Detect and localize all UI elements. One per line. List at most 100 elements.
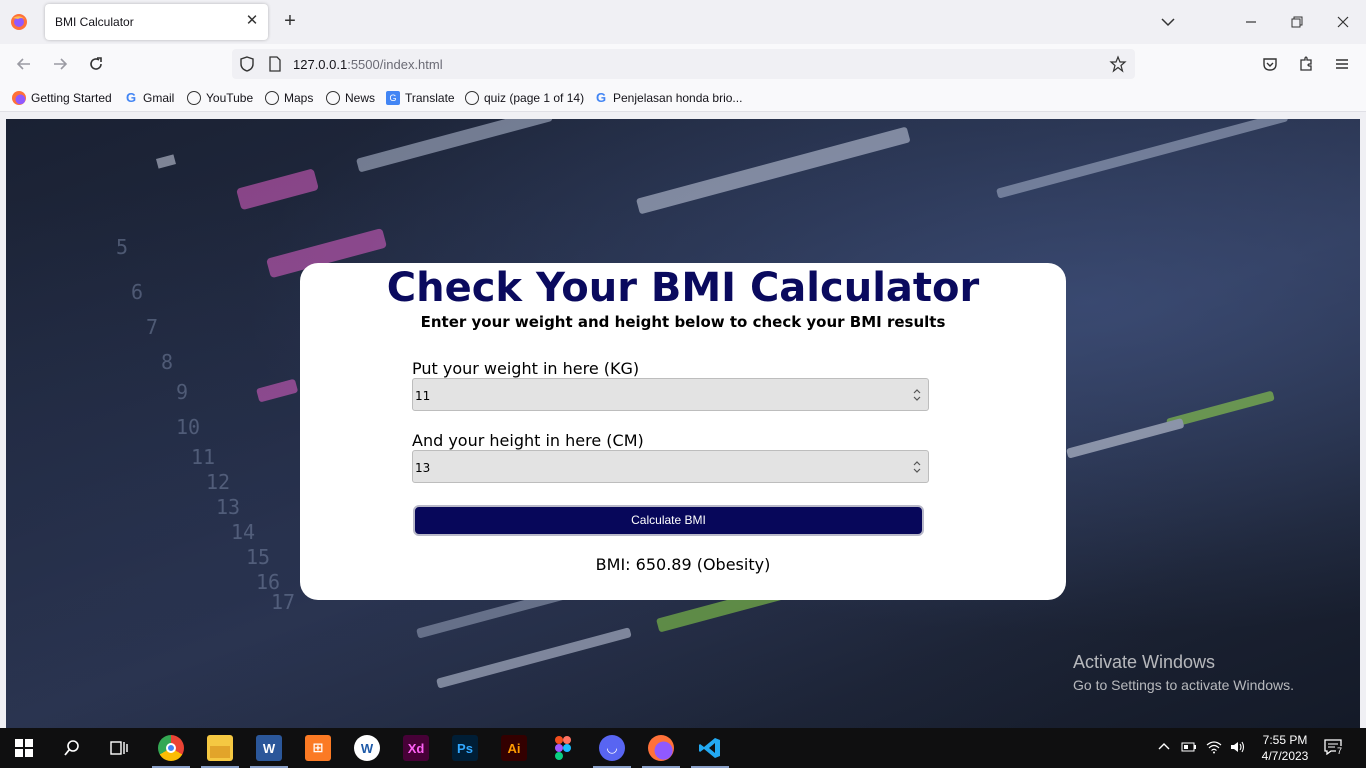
forward-icon[interactable]: [50, 54, 70, 74]
address-bar[interactable]: 127.0.0.1:5500/index.html: [232, 49, 1135, 79]
svg-text:9: 9: [176, 380, 188, 404]
photoshop-icon[interactable]: Ps: [452, 735, 478, 761]
system-clock[interactable]: 7:55 PM 4/7/2023: [1250, 732, 1320, 764]
restore-icon[interactable]: [1287, 12, 1307, 32]
star-icon[interactable]: [1109, 55, 1127, 73]
calculate-bmi-button[interactable]: Calculate BMI: [413, 505, 924, 536]
watermark-title: Activate Windows: [1073, 652, 1216, 672]
clock-time: 7:55 PM: [1262, 733, 1308, 747]
weight-label: Put your weight in here (KG): [412, 359, 640, 378]
globe-icon: [187, 91, 201, 105]
svg-text:12: 12: [206, 470, 230, 494]
url-host: 127.0.0.1: [293, 57, 348, 72]
notification-count: 7: [1336, 746, 1344, 756]
bookmark-label: Gmail: [143, 91, 175, 105]
watermark-subtitle: Go to Settings to activate Windows.: [1073, 677, 1294, 693]
spinner-icon[interactable]: [912, 459, 922, 475]
bookmark-youtube[interactable]: YouTube: [187, 90, 253, 106]
activate-windows-watermark: Activate Windows Go to Settings to activ…: [1073, 652, 1294, 693]
battery-icon[interactable]: [1181, 740, 1197, 754]
reload-icon[interactable]: [86, 54, 106, 74]
bookmarks-toolbar: Getting Started G Gmail YouTube Maps News…: [0, 84, 1366, 112]
app-w-icon[interactable]: W: [354, 735, 380, 761]
firefox-view-icon[interactable]: [10, 13, 28, 31]
globe-icon: [465, 91, 479, 105]
extensions-icon[interactable]: [1296, 54, 1316, 74]
close-window-icon[interactable]: [1333, 12, 1353, 32]
discord-icon[interactable]: ◡: [599, 735, 625, 761]
svg-text:11: 11: [191, 445, 215, 469]
page-title: Check Your BMI Calculator: [386, 265, 980, 311]
volume-icon[interactable]: [1229, 740, 1245, 754]
shield-icon[interactable]: [238, 55, 256, 73]
weight-value: 11: [415, 389, 431, 403]
tab-bmi-calculator[interactable]: BMI Calculator ✕: [45, 4, 268, 40]
bookmark-translate[interactable]: G Translate: [386, 90, 455, 106]
svg-text:10: 10: [176, 415, 200, 439]
chrome-icon[interactable]: [158, 735, 184, 761]
bookmark-label: YouTube: [206, 91, 254, 105]
height-label: And your height in here (CM): [412, 431, 644, 450]
windows-taskbar: W ⊞ W Xd Ps Ai ◡ 7:55 PM 4/7/2023 7: [0, 728, 1366, 768]
chevron-down-icon[interactable]: [1158, 12, 1178, 32]
bookmark-getting-started[interactable]: Getting Started: [12, 90, 112, 106]
svg-text:13: 13: [216, 495, 240, 519]
svg-text:15: 15: [246, 545, 270, 569]
wifi-icon[interactable]: [1206, 740, 1222, 754]
globe-icon: [326, 91, 340, 105]
chevron-up-icon[interactable]: [1157, 740, 1171, 754]
spinner-icon[interactable]: [912, 387, 922, 403]
bookmark-penjelasan[interactable]: G Penjelasan honda brio...: [594, 90, 743, 106]
ps-label: Ps: [457, 740, 473, 756]
page-subtitle: Enter your weight and height below to ch…: [420, 313, 946, 331]
firefox-icon[interactable]: [648, 735, 674, 761]
minimize-icon[interactable]: [1241, 12, 1261, 32]
menu-icon[interactable]: [1332, 54, 1352, 74]
height-value: 13: [415, 461, 431, 475]
page-viewport: 567 8 9 10 11 12 13 14 15 16 17 Check Your BMI…: [6, 119, 1360, 728]
new-tab-icon[interactable]: +: [280, 11, 300, 31]
url-text: 127.0.0.1:5500/index.html: [293, 57, 443, 72]
figma-icon[interactable]: [550, 735, 576, 761]
google-icon: G: [125, 90, 137, 105]
bookmark-label: Penjelasan honda brio...: [613, 91, 743, 105]
svg-text:8: 8: [161, 350, 173, 374]
weight-input[interactable]: 11: [412, 378, 929, 411]
notification-center-icon[interactable]: 7: [1324, 739, 1344, 757]
svg-text:14: 14: [231, 520, 255, 544]
task-view-icon[interactable]: [110, 739, 128, 757]
illustrator-icon[interactable]: Ai: [501, 735, 527, 761]
firefox-icon: [12, 91, 26, 105]
bookmark-gmail[interactable]: G Gmail: [124, 90, 174, 106]
adobe-xd-icon[interactable]: Xd: [403, 735, 429, 761]
svg-text:5: 5: [116, 235, 128, 259]
bookmark-maps[interactable]: Maps: [265, 90, 313, 106]
url-path: :5500/index.html: [347, 57, 443, 72]
ai-label: Ai: [507, 740, 521, 756]
close-icon[interactable]: ✕: [244, 13, 260, 29]
bookmark-label: Maps: [284, 91, 314, 105]
bookmark-label: Getting Started: [31, 91, 112, 105]
word-icon[interactable]: W: [256, 735, 282, 761]
xampp-icon[interactable]: ⊞: [305, 735, 331, 761]
bookmark-quiz[interactable]: quiz (page 1 of 14): [465, 90, 584, 106]
back-icon[interactable]: [14, 54, 34, 74]
vscode-icon[interactable]: [697, 735, 723, 761]
search-icon[interactable]: [63, 739, 81, 757]
bookmark-label: quiz (page 1 of 14): [484, 91, 585, 105]
bookmark-label: Translate: [405, 91, 455, 105]
xd-label: Xd: [407, 740, 425, 756]
bmi-result: BMI: 650.89 (Obesity): [595, 555, 771, 574]
navigation-bar: 127.0.0.1:5500/index.html: [0, 44, 1366, 84]
bookmark-label: News: [345, 91, 376, 105]
clock-date: 4/7/2023: [1261, 749, 1309, 763]
pocket-icon[interactable]: [1260, 54, 1280, 74]
bookmark-news[interactable]: News: [326, 90, 375, 106]
svg-text:7: 7: [146, 315, 158, 339]
page-icon[interactable]: [266, 55, 284, 73]
tab-strip: BMI Calculator ✕ +: [0, 0, 1366, 44]
windows-start-icon[interactable]: [15, 739, 33, 757]
file-explorer-icon[interactable]: [207, 735, 233, 761]
height-input[interactable]: 13: [412, 450, 929, 483]
google-icon: G: [595, 90, 607, 105]
